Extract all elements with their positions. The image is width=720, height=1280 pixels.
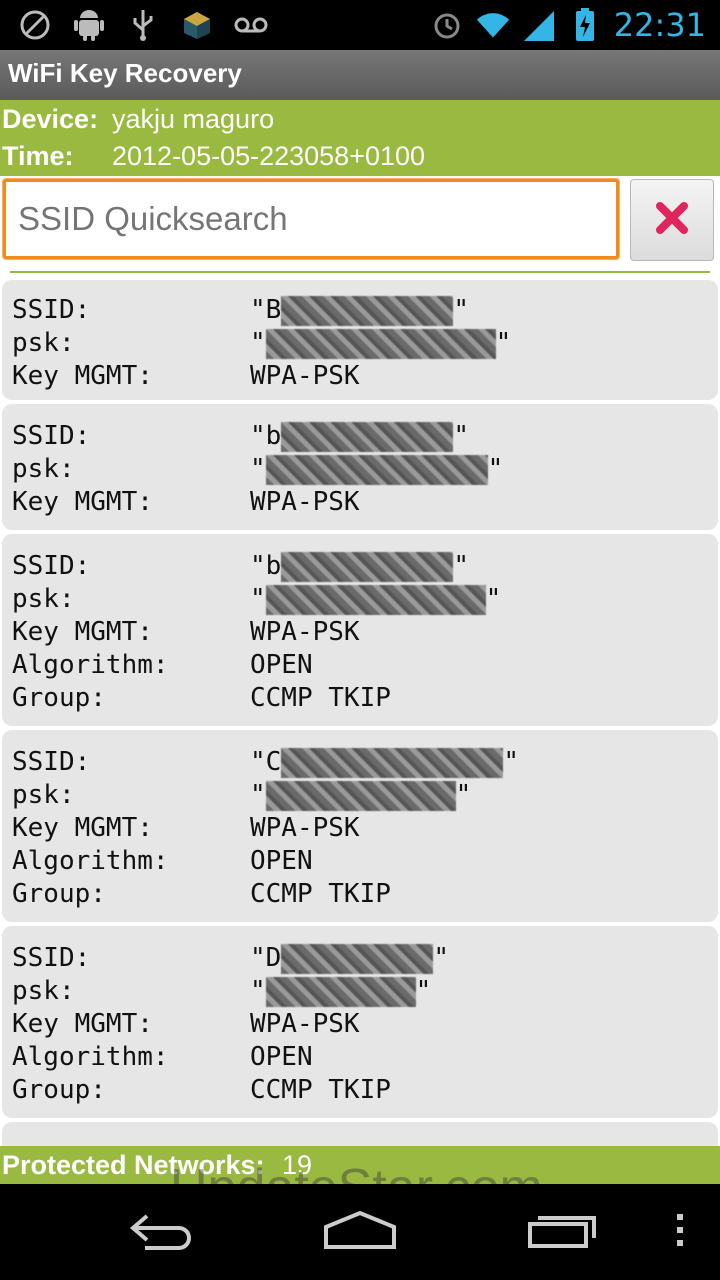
algorithm-value: OPEN [250, 650, 313, 680]
redacted-mask [265, 454, 488, 485]
algorithm-label: Algorithm: [12, 650, 169, 680]
redacted-mask [265, 780, 456, 811]
ssid-search-input[interactable] [16, 188, 600, 250]
algorithm-label: Algorithm: [12, 1042, 169, 1072]
ssid-label: SSID: [12, 295, 91, 325]
back-button[interactable] [120, 1204, 200, 1260]
divider [10, 271, 710, 273]
psk-value: " [250, 976, 266, 1006]
redacted-mask [265, 328, 496, 359]
key-mgmt-label: Key MGMT: [12, 487, 153, 517]
menu-button[interactable] [640, 1204, 720, 1260]
home-icon [322, 1209, 398, 1255]
redacted-mask [265, 976, 416, 1007]
network-card[interactable]: SSID: "C " psk: " " Key MGMT: WPA-PSK Algorit… [2, 730, 718, 922]
app-title: WiFi Key Recovery [8, 58, 242, 88]
time-value: 2012-05-05-223058+0100 [112, 141, 426, 171]
clear-search-button[interactable] [630, 179, 714, 261]
search-area [0, 176, 720, 276]
ssid-search-field[interactable] [3, 179, 619, 259]
status-bar: 22:31 [0, 0, 720, 50]
redacted-mask [281, 943, 434, 974]
app-notification-icon [180, 8, 214, 42]
device-info-bar: Device: yakju maguro Time: 2012-05-05-22… [0, 100, 720, 176]
group-value: CCMP TKIP [250, 1075, 391, 1105]
algorithm-value: OPEN [250, 846, 313, 876]
ssid-label: SSID: [12, 943, 91, 973]
group-label: Group: [12, 1075, 106, 1105]
psk-label: psk: [12, 584, 75, 614]
signal-icon [522, 8, 556, 42]
psk-label: psk: [12, 976, 75, 1006]
usb-icon [126, 8, 160, 42]
network-list[interactable]: SSID: "B " psk: " " Key MGMT: WPA-PSK SSID: "b… [0, 276, 720, 1146]
group-label: Group: [12, 879, 106, 909]
psk-value: " [250, 328, 266, 358]
psk-label: psk: [12, 328, 75, 358]
key-mgmt-label: Key MGMT: [12, 361, 153, 391]
voicemail-icon [234, 8, 268, 42]
key-mgmt-value: WPA-PSK [250, 361, 360, 391]
key-mgmt-value: WPA-PSK [250, 617, 360, 647]
psk-value: " [250, 454, 266, 484]
redacted-mask [265, 584, 486, 615]
status-clock: 22:31 [613, 6, 706, 44]
key-mgmt-label: Key MGMT: [12, 617, 153, 647]
psk-value: " [250, 584, 266, 614]
group-value: CCMP TKIP [250, 683, 391, 713]
network-card[interactable]: SSID: "b " psk: " " Key MGMT: WPA-PSK [2, 404, 718, 530]
algorithm-value: OPEN [250, 1042, 313, 1072]
redacted-mask [281, 295, 454, 326]
android-debug-icon [72, 8, 106, 42]
group-label: Group: [12, 683, 106, 713]
device-value: yakju maguro [112, 104, 275, 134]
redacted-mask [281, 551, 454, 582]
psk-label: psk: [12, 780, 75, 810]
key-mgmt-label: Key MGMT: [12, 813, 153, 843]
ssid-value: "C [250, 747, 282, 777]
key-mgmt-value: WPA-PSK [250, 813, 360, 843]
network-card[interactable]: SSID: "B " psk: " " Key MGMT: WPA-PSK [2, 280, 718, 400]
key-mgmt-label: Key MGMT: [12, 1009, 153, 1039]
menu-icon [674, 1212, 686, 1252]
ssid-label: SSID: [12, 747, 91, 777]
network-card[interactable]: SSID: "D " psk: " " Key MGMT: WPA-PSK Algorit… [2, 926, 718, 1118]
no-sim-icon [18, 8, 52, 42]
ssid-value: "b [250, 551, 282, 581]
ssid-label: SSID: [12, 551, 91, 581]
recent-apps-button[interactable] [522, 1204, 602, 1260]
key-mgmt-value: WPA-PSK [250, 487, 360, 517]
ssid-value: "B [250, 295, 282, 325]
close-icon [652, 198, 692, 242]
back-icon [125, 1210, 195, 1254]
ssid-label: SSID: [12, 421, 91, 451]
redacted-mask [281, 421, 454, 452]
ssid-value: "b [250, 421, 282, 451]
psk-value: " [250, 780, 266, 810]
navigation-bar [0, 1184, 720, 1280]
wifi-icon [476, 8, 510, 42]
app-title-bar: WiFi Key Recovery [0, 50, 720, 101]
ssid-value: "D [250, 943, 282, 973]
network-card[interactable] [2, 1122, 718, 1146]
redacted-mask [281, 747, 504, 778]
device-label: Device: [2, 104, 99, 134]
alarm-icon [430, 8, 464, 42]
recent-apps-icon [526, 1210, 598, 1254]
battery-charging-icon [568, 8, 602, 42]
home-button[interactable] [320, 1204, 400, 1260]
algorithm-label: Algorithm: [12, 846, 169, 876]
key-mgmt-value: WPA-PSK [250, 1009, 360, 1039]
time-label: Time: [2, 141, 74, 171]
network-card[interactable]: SSID: "b " psk: " " Key MGMT: WPA-PSK Algorit… [2, 534, 718, 726]
psk-label: psk: [12, 454, 75, 484]
group-value: CCMP TKIP [250, 879, 391, 909]
